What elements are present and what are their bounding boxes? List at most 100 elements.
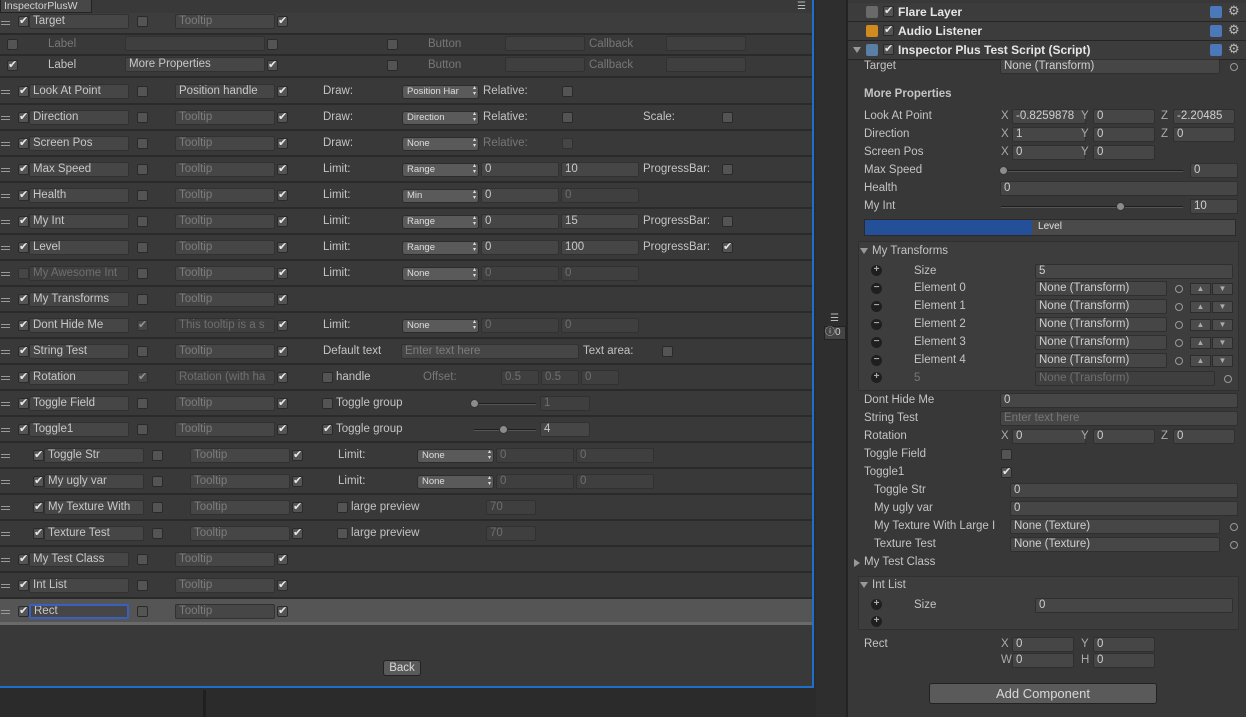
tooltip-checkbox[interactable]	[277, 292, 288, 305]
label-checkbox[interactable]	[7, 58, 18, 71]
min-field[interactable]: 0	[481, 214, 559, 229]
tooltip-checkbox[interactable]	[277, 422, 288, 435]
bold-checkbox[interactable]	[137, 294, 148, 305]
y-field[interactable]: 0	[1093, 109, 1155, 124]
remove-icon[interactable]: −	[871, 283, 882, 294]
health-field[interactable]: 0	[1000, 181, 1238, 196]
preview-size-field[interactable]: 70	[486, 500, 536, 515]
max-field[interactable]: 0	[561, 266, 639, 281]
y-field[interactable]: 0	[1093, 127, 1155, 142]
tooltip-checkbox[interactable]	[292, 474, 303, 487]
bold-checkbox[interactable]	[137, 606, 148, 617]
tooltip-field[interactable]: Tooltip	[175, 604, 275, 619]
add-icon[interactable]: +	[871, 616, 882, 627]
preview-checkbox[interactable]	[337, 502, 348, 513]
object-picker-icon[interactable]	[1224, 375, 1232, 383]
tooltip-checkbox[interactable]	[277, 162, 288, 175]
tooltip-checkbox[interactable]	[277, 604, 288, 617]
visible-checkbox[interactable]	[33, 526, 44, 539]
property-name-field[interactable]: Level	[29, 240, 129, 255]
visible-checkbox[interactable]	[33, 474, 44, 487]
visible-checkbox[interactable]	[18, 110, 29, 123]
limit-dropdown[interactable]: None	[417, 475, 494, 489]
dont-hide-field[interactable]: 0	[1000, 393, 1238, 408]
handle-checkbox[interactable]	[322, 372, 333, 383]
tooltip-field[interactable]: Tooltip	[175, 578, 275, 593]
button-checkbox[interactable]	[387, 39, 398, 50]
move-down-button[interactable]: ▼	[1212, 283, 1233, 295]
drag-handle[interactable]	[1, 298, 10, 302]
object-picker-icon[interactable]	[1175, 321, 1183, 329]
drag-handle[interactable]	[1, 142, 10, 146]
toggle1-checkbox[interactable]	[1001, 465, 1012, 478]
callback-field[interactable]	[666, 36, 746, 51]
object-picker-icon[interactable]	[1230, 63, 1238, 71]
visible-checkbox[interactable]	[18, 84, 29, 97]
limit-dropdown[interactable]: None	[402, 267, 479, 281]
toggle-str-field[interactable]: 0	[1010, 483, 1238, 498]
y-field[interactable]: 0	[1093, 429, 1155, 444]
drag-handle[interactable]	[1, 194, 10, 198]
max-field[interactable]: 15	[561, 214, 639, 229]
texture-field[interactable]: None (Texture)	[1010, 519, 1220, 534]
tooltip-field[interactable]: Position handle	[175, 84, 275, 99]
x-field[interactable]: -0.8259878	[1012, 109, 1086, 124]
console-badge[interactable]: ⓘ0	[824, 326, 846, 340]
toggle-group-field[interactable]: 4	[540, 422, 590, 437]
tooltip-field[interactable]: Tooltip	[175, 266, 275, 281]
progressbar-checkbox[interactable]	[722, 164, 733, 175]
slider-knob[interactable]	[470, 399, 479, 408]
property-name-field[interactable]: Health	[29, 188, 129, 203]
component-enabled-checkbox[interactable]	[883, 23, 894, 36]
bold-checkbox[interactable]	[137, 86, 148, 97]
tooltip-field[interactable]: Tooltip	[190, 474, 290, 489]
visible-checkbox[interactable]	[18, 240, 29, 253]
move-up-button[interactable]: ▲	[1190, 337, 1211, 349]
max-field[interactable]: 0	[576, 474, 654, 489]
property-name-field[interactable]: Look At Point	[29, 84, 129, 99]
slider-track[interactable]	[1001, 206, 1183, 208]
property-name-field[interactable]: My Test Class	[29, 552, 129, 567]
bold-checkbox[interactable]	[152, 450, 163, 461]
visible-checkbox[interactable]	[18, 162, 29, 175]
label-value-field[interactable]: More Properties	[125, 57, 265, 72]
bold-checkbox[interactable]	[137, 16, 148, 27]
tooltip-field[interactable]: Tooltip	[175, 552, 275, 567]
min-field[interactable]: 0	[481, 162, 559, 177]
tooltip-field[interactable]: Tooltip	[175, 136, 275, 151]
property-name-field[interactable]: String Test	[29, 344, 129, 359]
drag-handle[interactable]	[1, 480, 10, 484]
visible-checkbox[interactable]	[18, 292, 29, 305]
object-picker-icon[interactable]	[1175, 339, 1183, 347]
bold-checkbox[interactable]	[137, 318, 148, 331]
visible-checkbox[interactable]	[18, 578, 29, 591]
remove-icon[interactable]: −	[871, 319, 882, 330]
property-name-field[interactable]: My Texture With	[44, 500, 144, 515]
limit-dropdown[interactable]: Range	[402, 163, 479, 177]
offset-x-field[interactable]: 0.5	[501, 370, 539, 385]
visible-checkbox[interactable]	[18, 604, 29, 617]
drag-handle[interactable]	[1, 402, 10, 406]
move-up-button[interactable]: ▲	[1190, 283, 1211, 295]
window-tab[interactable]: InspectorPlusW	[0, 0, 92, 13]
z-field[interactable]: 0	[1173, 127, 1235, 142]
label-checkbox[interactable]	[7, 39, 18, 50]
toggle-group-checkbox[interactable]	[322, 422, 333, 435]
bold-checkbox[interactable]	[137, 138, 148, 149]
component-header[interactable]: Audio Listener ⚙	[848, 22, 1246, 41]
visible-checkbox[interactable]	[18, 396, 29, 409]
preview-size-field[interactable]: 70	[486, 526, 536, 541]
drag-handle[interactable]	[1, 272, 10, 276]
gear-icon[interactable]: ⚙	[1228, 3, 1240, 19]
tooltip-checkbox[interactable]	[277, 344, 288, 357]
min-field[interactable]: 0	[496, 448, 574, 463]
tooltip-field[interactable]: Tooltip	[190, 500, 290, 515]
tooltip-field[interactable]: Tooltip	[175, 292, 275, 307]
gear-icon[interactable]: ⚙	[1228, 41, 1240, 57]
visible-checkbox[interactable]	[18, 552, 29, 565]
progressbar-checkbox[interactable]	[722, 240, 733, 253]
limit-dropdown[interactable]: Position Har	[402, 85, 479, 99]
element-field[interactable]: None (Transform)	[1035, 317, 1167, 332]
drag-handle[interactable]	[1, 116, 10, 120]
property-name-field[interactable]: Dont Hide Me	[29, 318, 129, 333]
